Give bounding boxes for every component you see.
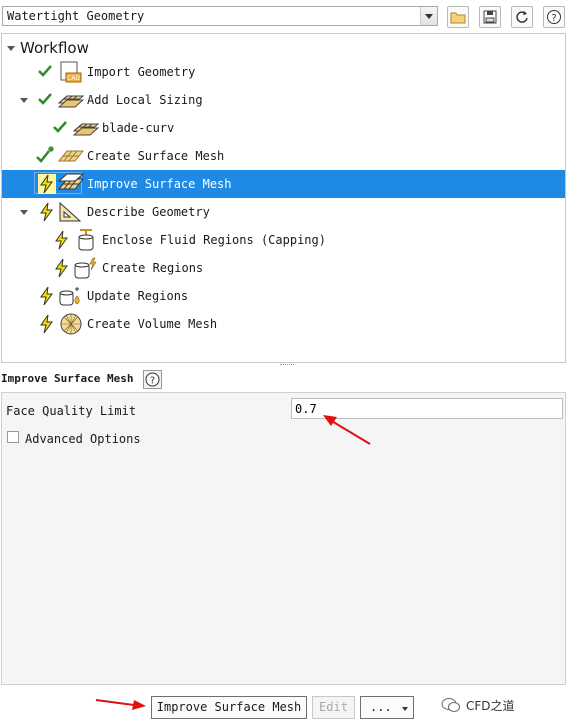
watermark-text: CFD之道 <box>466 699 515 713</box>
help-icon: ? <box>145 372 160 387</box>
chevron-down-icon <box>402 707 408 711</box>
annotation-arrow-icon <box>95 699 146 710</box>
lightning-icon <box>38 174 56 194</box>
improve-surface-mesh-button[interactable]: Improve Surface Mesh <box>151 696 307 719</box>
wechat-icon <box>441 697 461 716</box>
expand-workflow-icon[interactable] <box>7 46 15 51</box>
improve-mesh-icon <box>58 173 84 190</box>
workflow-selector[interactable]: Watertight Geometry <box>2 6 438 26</box>
cad-import-icon: CAD <box>60 61 82 83</box>
tree-item-label: Add Local Sizing <box>87 93 203 107</box>
workflow-tree[interactable]: Workflow CAD Import Geometry Add Local S… <box>1 33 566 363</box>
tree-item-label: Create Regions <box>102 261 204 275</box>
tree-item-describe-geometry[interactable]: Describe Geometry <box>2 198 565 226</box>
tree-item-import-geometry[interactable]: CAD Import Geometry <box>2 58 565 86</box>
advanced-options-label: Advanced Options <box>25 432 141 446</box>
properties-panel: Face Quality Limit Advanced Options <box>1 392 566 685</box>
tree-item-label: Enclose Fluid Regions (Capping) <box>102 233 326 247</box>
save-button[interactable] <box>479 6 501 28</box>
lightning-icon <box>55 258 68 278</box>
tree-item-create-volume-mesh[interactable]: Create Volume Mesh <box>2 310 565 338</box>
more-options-button[interactable]: ... <box>360 696 414 719</box>
advanced-options-checkbox[interactable] <box>7 431 19 443</box>
help-icon: ? <box>547 10 561 24</box>
tree-item-blade-curv[interactable]: blade-curv <box>2 114 565 142</box>
properties-title: Improve Surface Mesh <box>1 372 134 385</box>
tree-item-label: Create Surface Mesh <box>87 149 225 163</box>
open-folder-button[interactable] <box>447 6 469 28</box>
edit-button[interactable]: Edit <box>312 696 355 719</box>
surface-mesh-icon <box>58 150 84 162</box>
lightning-icon <box>40 286 53 306</box>
tree-title: Workflow <box>20 39 89 57</box>
properties-help-button[interactable]: ? <box>143 370 162 389</box>
svg-text:?: ? <box>551 13 556 24</box>
expand-icon[interactable] <box>20 98 28 103</box>
svg-text:CAD: CAD <box>67 75 80 82</box>
panel-splitter[interactable] <box>280 364 294 367</box>
mesh-sizing-icon <box>58 95 84 108</box>
chevron-down-icon[interactable] <box>420 7 437 25</box>
tree-item-label: Create Volume Mesh <box>87 317 218 331</box>
tree-item-improve-surface-mesh[interactable]: Improve Surface Mesh <box>2 170 565 198</box>
tree-item-label: Improve Surface Mesh <box>87 177 232 191</box>
save-icon <box>483 10 497 24</box>
volume-mesh-icon <box>60 313 82 335</box>
tree-item-add-local-sizing[interactable]: Add Local Sizing <box>2 86 565 114</box>
regions-icon <box>74 257 97 279</box>
svg-text:?: ? <box>150 376 155 387</box>
mesh-sizing-icon <box>73 123 99 136</box>
folder-icon <box>450 12 466 24</box>
update-regions-icon <box>59 287 80 306</box>
describe-geometry-icon <box>59 201 82 222</box>
tree-item-create-regions[interactable]: Create Regions <box>2 254 565 282</box>
expand-icon[interactable] <box>20 210 28 215</box>
workflow-selector-value: Watertight Geometry <box>7 9 145 23</box>
help-button[interactable]: ? <box>543 6 565 28</box>
annotation-arrow-icon <box>323 415 371 445</box>
lightning-icon <box>40 202 53 222</box>
refresh-icon <box>516 11 528 23</box>
check-icon <box>38 93 52 105</box>
more-options-label: ... <box>370 700 392 714</box>
lightning-icon <box>55 230 68 250</box>
check-icon <box>53 121 67 133</box>
check-icon <box>38 65 52 77</box>
tree-item-label: Update Regions <box>87 289 189 303</box>
refresh-button[interactable] <box>511 6 533 28</box>
lightning-icon <box>40 314 53 334</box>
tree-item-create-surface-mesh[interactable]: Create Surface Mesh <box>2 142 565 170</box>
face-quality-limit-label: Face Quality Limit <box>6 404 137 418</box>
tree-item-label: Describe Geometry <box>87 205 210 219</box>
tree-item-update-regions[interactable]: Update Regions <box>2 282 565 310</box>
capping-icon <box>78 229 94 251</box>
tree-item-label: Import Geometry <box>87 65 196 79</box>
tree-item-enclose-fluid-regions[interactable]: Enclose Fluid Regions (Capping) <box>2 226 565 254</box>
check-updated-icon <box>36 146 54 163</box>
tree-item-label: blade-curv <box>102 121 175 135</box>
